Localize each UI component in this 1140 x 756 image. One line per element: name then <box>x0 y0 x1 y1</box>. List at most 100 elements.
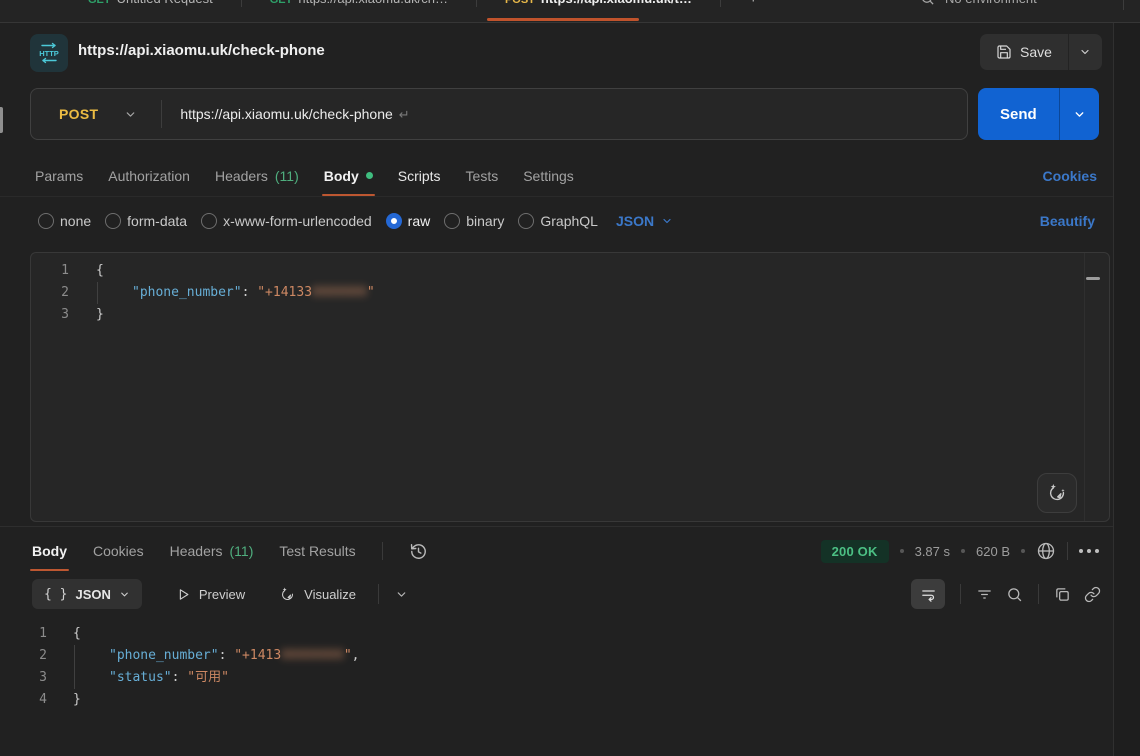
divider <box>378 584 379 604</box>
cookies-link[interactable]: Cookies <box>1043 155 1097 196</box>
response-body-viewer[interactable]: 1 { 2 "phone_number": "+141300000000", 3… <box>0 619 1113 756</box>
more-options-icon[interactable] <box>1079 549 1099 553</box>
wrap-text-button[interactable] <box>911 579 945 609</box>
option-raw[interactable]: raw <box>386 213 431 229</box>
separator-dot <box>961 549 965 553</box>
radio-selected-icon <box>386 213 402 229</box>
save-button-group: Save <box>980 34 1102 70</box>
method-badge: GET <box>88 0 111 6</box>
response-tab-bar: Body Cookies Headers(11) Test Results 20… <box>0 531 1113 571</box>
save-button[interactable]: Save <box>980 34 1068 70</box>
http-badge-icon: HTTP <box>30 34 68 72</box>
scrollbar-thumb[interactable] <box>1086 277 1100 280</box>
history-icon[interactable] <box>409 542 428 561</box>
separator-dot <box>900 549 904 553</box>
response-size[interactable]: 620 B <box>976 544 1010 559</box>
url-input[interactable]: https://api.xiaomu.uk/check-phone↵ <box>180 106 409 123</box>
response-time[interactable]: 3.87 s <box>915 544 950 559</box>
url-bar: POST https://api.xiaomu.uk/check-phone↵ <box>30 88 968 140</box>
separator-dot <box>1021 549 1025 553</box>
response-tab-headers[interactable]: Headers(11) <box>170 531 254 571</box>
send-options-button[interactable] <box>1059 88 1099 140</box>
request-tab-bar: Params Authorization Headers(11) Body Sc… <box>0 155 1113 197</box>
body-type-options: none form-data x-www-form-urlencoded raw… <box>0 205 1113 237</box>
code-line: 1 { <box>31 260 1109 282</box>
request-body-editor[interactable]: 1 { 2 "phone_number": "+141330000000" 3 … <box>30 252 1110 522</box>
body-modified-dot <box>366 172 373 179</box>
svg-text:HTTP: HTTP <box>39 49 59 58</box>
divider <box>1067 542 1068 560</box>
status-badge[interactable]: 200 OK <box>821 540 889 563</box>
environment-selector[interactable]: No environment <box>945 0 1037 6</box>
divider <box>476 0 477 7</box>
option-x-www-form-urlencoded[interactable]: x-www-form-urlencoded <box>201 213 372 229</box>
link-icon[interactable] <box>1084 586 1101 603</box>
divider <box>161 100 162 128</box>
visualize-button[interactable]: Visualize <box>279 586 356 603</box>
copy-icon[interactable] <box>1054 586 1071 603</box>
beautify-link[interactable]: Beautify <box>1040 213 1095 229</box>
indent-guide <box>74 645 75 667</box>
redacted-phone-digits: 0000000 <box>312 285 367 300</box>
response-tab-cookies[interactable]: Cookies <box>93 531 144 571</box>
code-line: 2 "phone_number": "+141300000000", <box>0 645 1113 667</box>
request-tab-2[interactable]: GEThttps://api.xiaomu.uk/ch… <box>270 0 448 6</box>
option-form-data[interactable]: form-data <box>105 213 187 229</box>
redacted-phone-digits: 00000000 <box>281 648 344 663</box>
active-tab-underline <box>487 18 639 21</box>
request-tab-3-active[interactable]: POSThttps://api.xiaomu.uk/t… <box>505 0 692 6</box>
preview-button[interactable]: Preview <box>176 587 245 602</box>
preview-icon <box>176 587 191 602</box>
response-pane: Body Cookies Headers(11) Test Results 20… <box>0 526 1113 756</box>
response-format-selector[interactable]: { } JSON <box>32 579 142 609</box>
search-icon[interactable] <box>920 0 935 6</box>
tab-scripts[interactable]: Scripts <box>398 155 441 196</box>
api-client-window: GETUntitled Request GEThttps://api.xiaom… <box>0 0 1140 756</box>
radio-icon <box>105 213 121 229</box>
search-response-icon[interactable] <box>1006 586 1023 603</box>
tab-headers[interactable]: Headers(11) <box>215 155 299 196</box>
tab-body[interactable]: Body <box>324 155 373 196</box>
raw-format-selector[interactable]: JSON <box>616 213 673 229</box>
request-pane: HTTP https://api.xiaomu.uk/check-phone S… <box>0 23 1113 756</box>
save-options-button[interactable] <box>1068 34 1102 70</box>
chevron-down-icon <box>124 108 137 121</box>
chevron-down-icon <box>119 589 130 600</box>
method-badge: POST <box>505 0 535 6</box>
divider <box>382 542 383 560</box>
chevron-down-icon <box>1073 108 1086 121</box>
option-none[interactable]: none <box>38 213 91 229</box>
more-views-chevron[interactable] <box>395 588 408 601</box>
globe-icon[interactable] <box>1036 541 1056 561</box>
response-toolbar: { } JSON Preview Visualize <box>0 577 1113 611</box>
request-tab-1[interactable]: GETUntitled Request <box>88 0 213 6</box>
response-tab-test-results[interactable]: Test Results <box>279 531 355 571</box>
indent-guide <box>97 282 98 304</box>
right-sidebar-rail <box>1113 23 1140 756</box>
postbot-icon <box>1046 482 1068 504</box>
divider <box>960 584 961 604</box>
tab-tests[interactable]: Tests <box>466 155 499 196</box>
visualize-sparkle-icon <box>279 586 296 603</box>
postbot-button[interactable] <box>1037 473 1077 513</box>
tab-settings[interactable]: Settings <box>523 155 574 196</box>
radio-icon <box>201 213 217 229</box>
code-line: 3 "status": "可用" <box>0 667 1113 689</box>
filter-icon[interactable] <box>976 586 993 603</box>
radio-icon <box>518 213 534 229</box>
option-binary[interactable]: binary <box>444 213 504 229</box>
return-key-hint: ↵ <box>399 107 410 122</box>
method-selector[interactable]: POST <box>31 106 161 122</box>
code-line: 1 { <box>0 623 1113 645</box>
tab-authorization[interactable]: Authorization <box>108 155 190 196</box>
divider <box>1123 0 1124 10</box>
editor-scroll-gutter <box>1084 253 1109 521</box>
request-title: https://api.xiaomu.uk/check-phone <box>78 42 325 59</box>
option-graphql[interactable]: GraphQL <box>518 213 598 229</box>
chevron-down-icon <box>661 215 673 227</box>
tab-params[interactable]: Params <box>35 155 83 196</box>
send-button[interactable]: Send <box>978 88 1059 140</box>
response-tab-body[interactable]: Body <box>32 531 67 571</box>
code-line: 4 } <box>0 689 1113 711</box>
new-tab-button[interactable]: + <box>749 0 758 7</box>
